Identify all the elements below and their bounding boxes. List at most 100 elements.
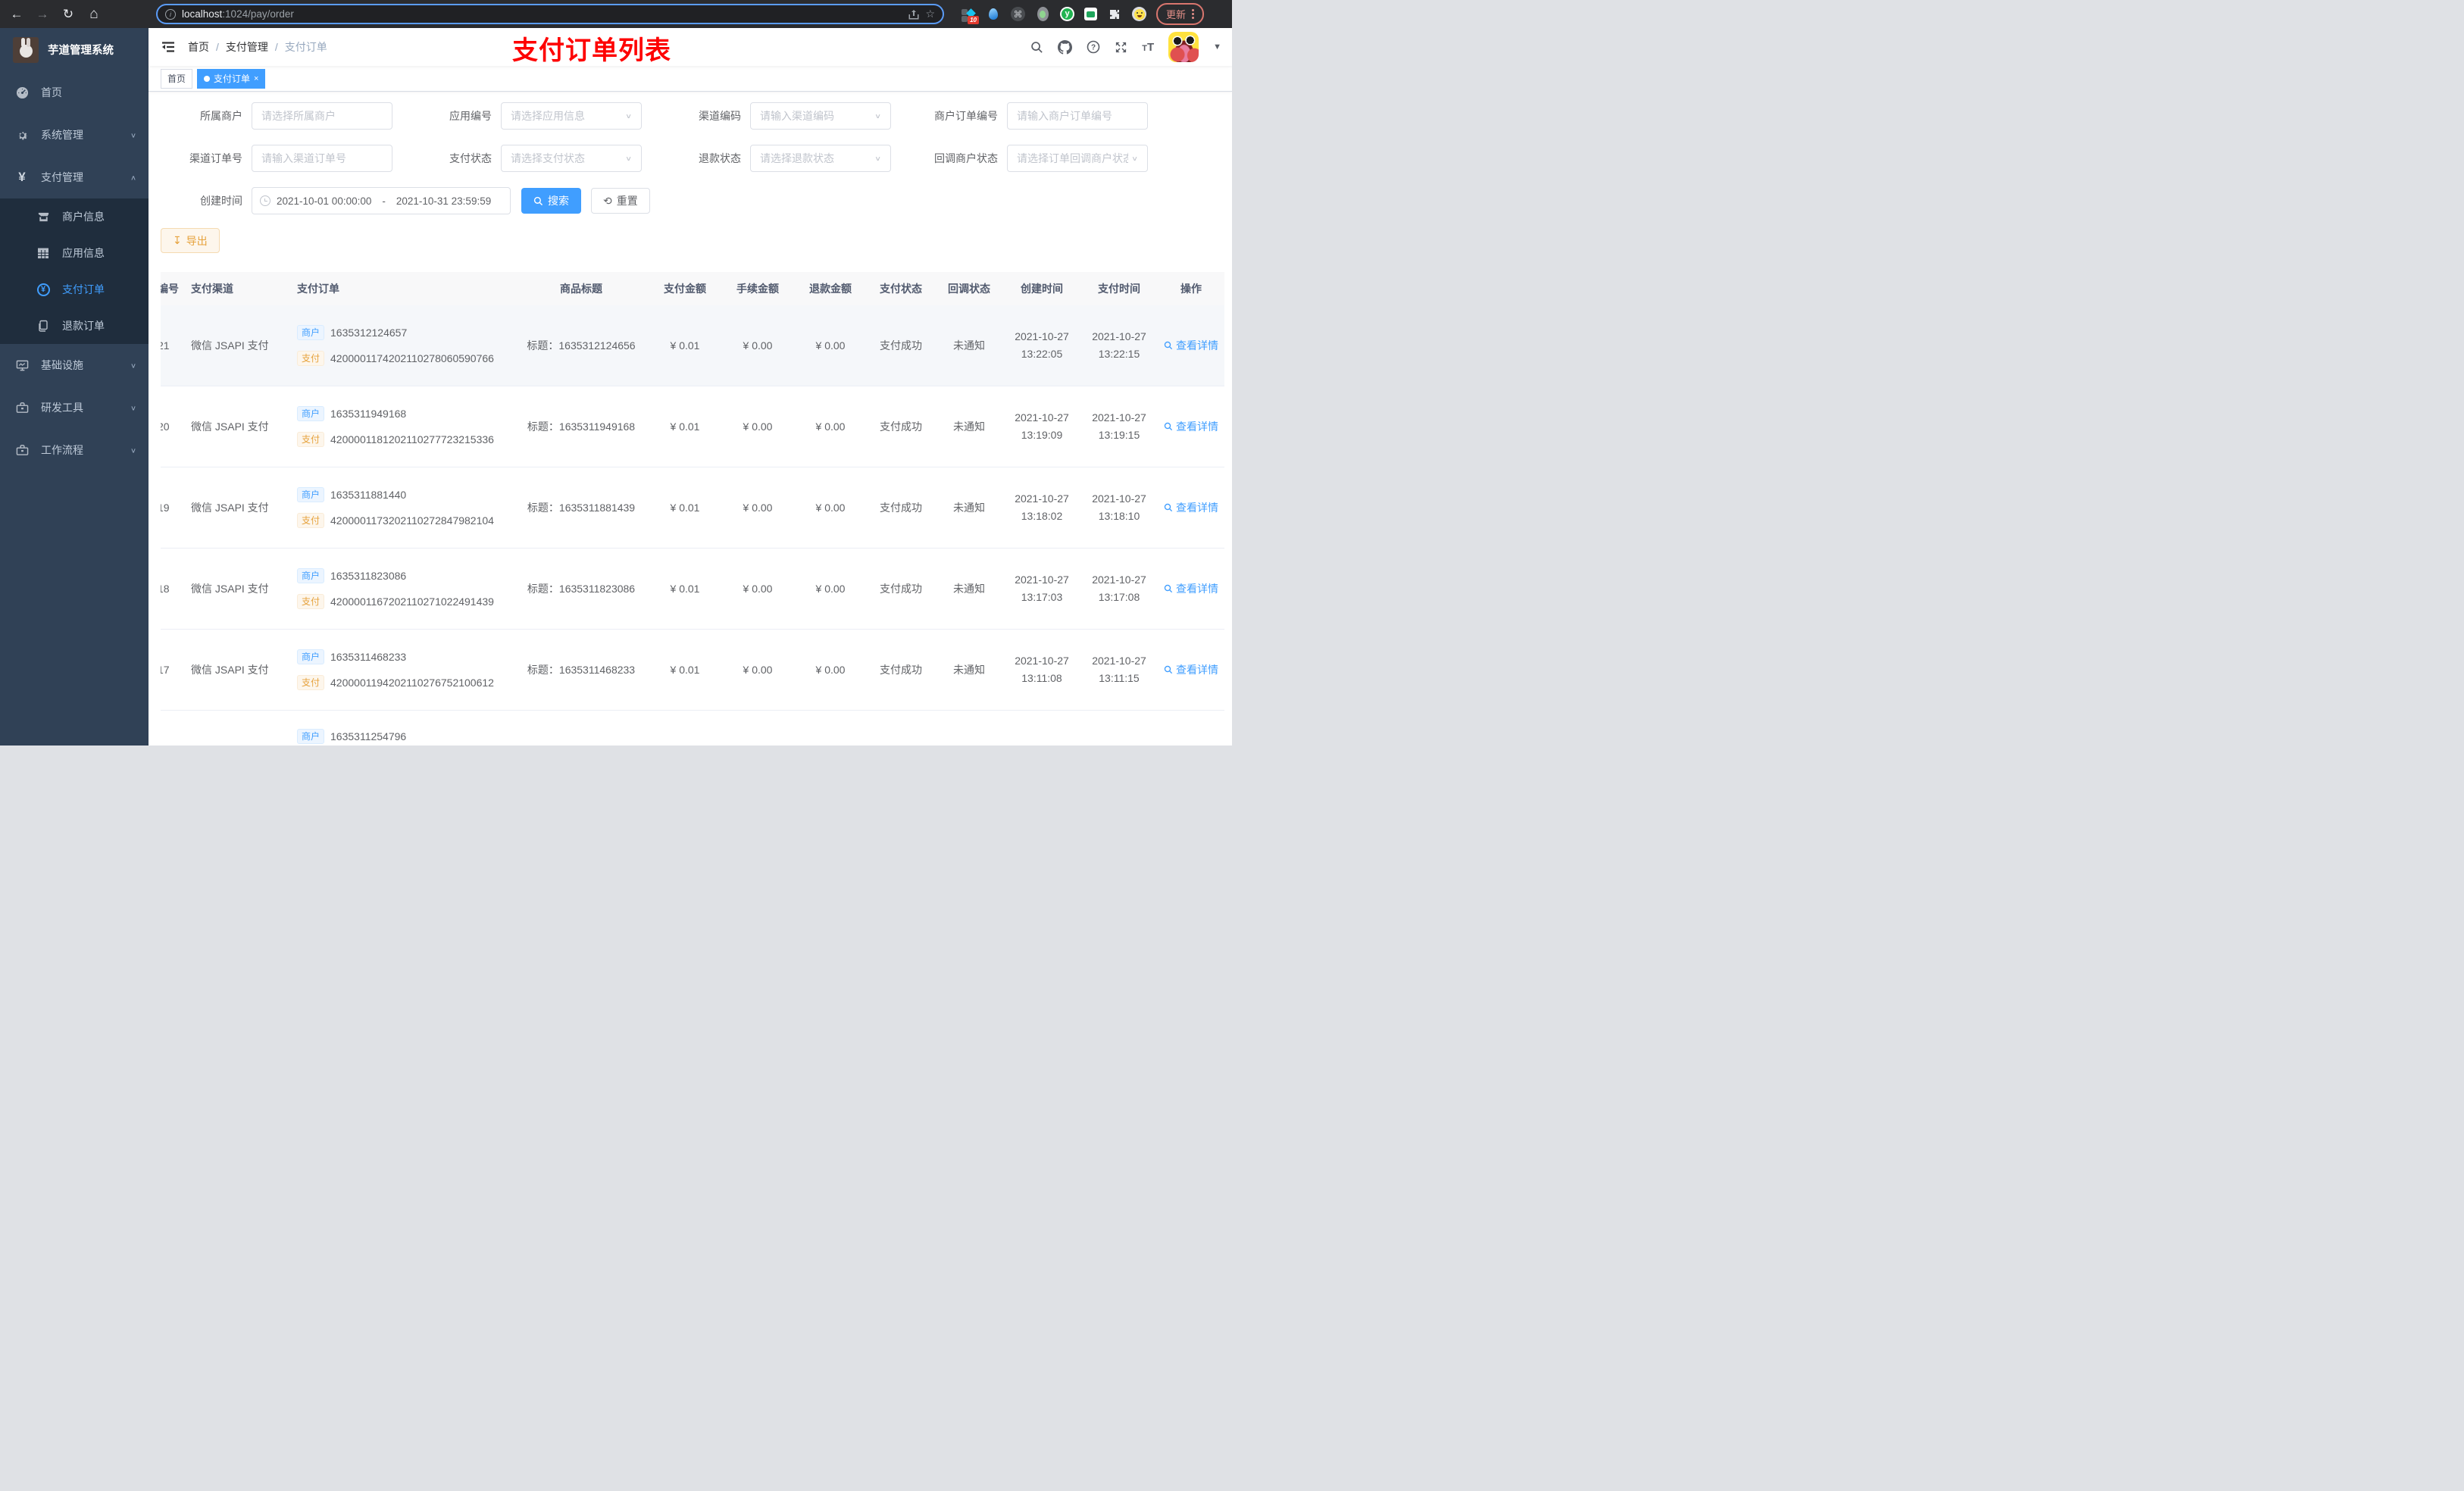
font-size-icon[interactable]: TT xyxy=(1142,41,1154,54)
notify-status-select[interactable]: 请选择订单回调商户状态 ∨ xyxy=(1007,145,1148,172)
site-info-icon[interactable]: i xyxy=(165,8,176,20)
sidebar-item-refund-order[interactable]: 退款订单 xyxy=(0,308,149,344)
create-time-start[interactable]: 2021-10-01 00:00:00 xyxy=(277,195,371,207)
sidebar-item-dev-tools[interactable]: 研发工具 ∨ xyxy=(0,386,149,429)
pay-tag: 支付 xyxy=(297,675,325,690)
sidebar-menu: 首页 系统管理 ∨ ¥ 支付管理 ∧ 商户信息 应用信息 ¥ 支付订单 退款订单… xyxy=(0,71,149,746)
page-content: 所属商户 应用编号 请选择应用信息 ∨ 渠道编码 xyxy=(149,92,1232,746)
create-time-range-picker[interactable]: 2021-10-01 00:00:00 - 2021-10-31 23:59:5… xyxy=(252,187,511,214)
pay-status-select[interactable]: 请选择支付状态 ∨ xyxy=(501,145,642,172)
create-time-end[interactable]: 2021-10-31 23:59:59 xyxy=(396,195,491,207)
sidebar-item-merchant-info[interactable]: 商户信息 xyxy=(0,198,149,235)
filter-form: 所属商户 应用编号 请选择应用信息 ∨ 渠道编码 xyxy=(161,102,1232,172)
header-search-icon[interactable] xyxy=(1030,41,1043,54)
sidebar-item-home[interactable]: 首页 xyxy=(0,71,149,114)
monitor-icon xyxy=(15,359,29,372)
merchant-select[interactable] xyxy=(252,102,392,130)
user-avatar[interactable] xyxy=(1168,32,1199,62)
search-button[interactable]: 搜索 xyxy=(521,188,581,214)
share-icon[interactable] xyxy=(908,9,919,20)
fullscreen-icon[interactable] xyxy=(1115,41,1127,54)
view-detail-link[interactable]: 查看详情 xyxy=(1164,662,1218,677)
sidebar-item-app-info[interactable]: 应用信息 xyxy=(0,235,149,271)
hamburger-icon[interactable] xyxy=(161,39,176,55)
breadcrumb-section[interactable]: 支付管理 xyxy=(226,39,268,55)
channel-code-select[interactable]: 请输入渠道编码 ∨ xyxy=(750,102,891,130)
sidebar-item-system[interactable]: 系统管理 ∨ xyxy=(0,114,149,156)
download-icon: ↧ xyxy=(173,234,182,246)
reset-button[interactable]: ⟲ 重置 xyxy=(591,188,650,214)
extension-chat-icon[interactable] xyxy=(1084,8,1097,20)
browser-profile-avatar[interactable] xyxy=(1132,7,1146,21)
extension-gem-icon[interactable] xyxy=(986,7,1001,22)
refresh-icon: ⟲ xyxy=(603,194,612,207)
avatar-caret-icon[interactable]: ▼ xyxy=(1213,42,1221,52)
merchant-tag: 商户 xyxy=(297,649,325,664)
table-row[interactable]: 18 微信 JSAPI 支付 商户1635311823086 支付4200001… xyxy=(161,549,1224,630)
extension-proxy-icon[interactable]: 10 xyxy=(961,7,979,24)
refund-status-select[interactable]: 请选择退款状态 ∨ xyxy=(750,145,891,172)
pay-tag: 支付 xyxy=(297,513,325,528)
tag-pay-order[interactable]: 支付订单 × xyxy=(197,68,266,89)
order-numbers-cell: 商户 1635311881440 支付 4200001173202110272847… xyxy=(292,487,514,528)
sidebar-item-pay-order[interactable]: ¥ 支付订单 xyxy=(0,271,149,308)
breadcrumb-home[interactable]: 首页 xyxy=(188,39,209,55)
breadcrumb: 首页 / 支付管理 / 支付订单 xyxy=(188,39,327,55)
extension-command-icon[interactable]: ⌘ xyxy=(1011,7,1025,21)
view-detail-link[interactable]: 查看详情 xyxy=(1164,419,1218,434)
sidebar-item-payment[interactable]: ¥ 支付管理 ∧ xyxy=(0,156,149,198)
store-icon xyxy=(36,211,50,223)
merchant-tag: 商户 xyxy=(297,406,325,421)
extensions-puzzle-icon[interactable] xyxy=(1107,7,1122,22)
extension-status-icon[interactable] xyxy=(1035,7,1050,22)
order-numbers-cell: 商户 1635311949168 支付 4200001181202110277723… xyxy=(292,406,514,447)
github-icon[interactable] xyxy=(1058,39,1073,55)
sidebar-item-infra[interactable]: 基础设施 ∨ xyxy=(0,344,149,386)
view-detail-link[interactable]: 查看详情 xyxy=(1164,581,1218,596)
extension-badge: 10 xyxy=(968,15,979,24)
extension-y-icon[interactable]: y xyxy=(1060,7,1074,21)
table-header-row: 编号 支付渠道 支付订单 商品标题 支付金额 手续金额 退款金额 支付状态 回调… xyxy=(161,272,1224,305)
chevron-down-icon: ∨ xyxy=(130,131,136,139)
filter-label-pay-status: 支付状态 xyxy=(449,152,492,164)
view-detail-link[interactable]: 查看详情 xyxy=(1164,338,1218,353)
tag-home[interactable]: 首页 xyxy=(161,68,193,89)
merchant-input[interactable] xyxy=(261,110,383,122)
merchant-order-no-input[interactable] xyxy=(1017,110,1138,122)
merchant-order-no-field[interactable] xyxy=(1007,102,1148,130)
pay-order-icon: ¥ xyxy=(36,283,50,296)
sidebar-logo[interactable]: 芋道管理系统 xyxy=(0,28,149,71)
tag-close-icon[interactable]: × xyxy=(254,74,258,83)
filter-label-create-time: 创建时间 xyxy=(200,195,242,207)
help-icon[interactable]: ? xyxy=(1087,40,1100,54)
chevron-down-icon: ∨ xyxy=(874,112,881,120)
view-detail-link[interactable]: 查看详情 xyxy=(1164,500,1218,515)
export-button[interactable]: ↧ 导出 xyxy=(161,228,220,253)
table-row[interactable]: 21 微信 JSAPI 支付 商户1635312124657 支付4200001… xyxy=(161,305,1224,386)
table-row[interactable]: 20 微信 JSAPI 支付 商户1635311949168 支付4200001… xyxy=(161,386,1224,467)
browser-back-icon[interactable]: ← xyxy=(8,7,26,22)
table-row[interactable]: 17 微信 JSAPI 支付 商户1635311468233 支付4200001… xyxy=(161,630,1224,711)
browser-update-button[interactable]: 更新 xyxy=(1156,3,1205,25)
channel-order-no-input[interactable] xyxy=(261,152,383,164)
app-select[interactable]: 请选择应用信息 ∨ xyxy=(501,102,642,130)
address-bar[interactable]: i localhost:1024/pay/order ☆ xyxy=(156,4,944,24)
toolbox-icon xyxy=(15,444,29,457)
url-text[interactable]: localhost:1024/pay/order xyxy=(182,8,902,20)
browser-home-icon[interactable]: ⌂ xyxy=(85,6,103,23)
documents-icon xyxy=(36,320,50,332)
merchant-tag: 商户 xyxy=(297,487,325,502)
table-row[interactable]: 商户 1635311254796 xyxy=(161,711,1224,746)
chevron-down-icon: ∨ xyxy=(874,155,881,162)
table-row[interactable]: 19 微信 JSAPI 支付 商户1635311881440 支付4200001… xyxy=(161,467,1224,549)
pay-tag: 支付 xyxy=(297,432,325,447)
browser-reload-icon[interactable]: ↻ xyxy=(59,7,77,22)
browser-forward-icon[interactable]: → xyxy=(33,7,52,22)
browser-menu-icon[interactable] xyxy=(1192,9,1195,19)
sidebar-item-workflow[interactable]: 工作流程 ∨ xyxy=(0,429,149,471)
channel-order-no-field[interactable] xyxy=(252,145,392,172)
bookmark-star-icon[interactable]: ☆ xyxy=(925,8,935,20)
yen-icon: ¥ xyxy=(18,170,26,184)
chevron-down-icon: ∨ xyxy=(625,155,632,162)
chevron-down-icon: ∨ xyxy=(625,112,632,120)
